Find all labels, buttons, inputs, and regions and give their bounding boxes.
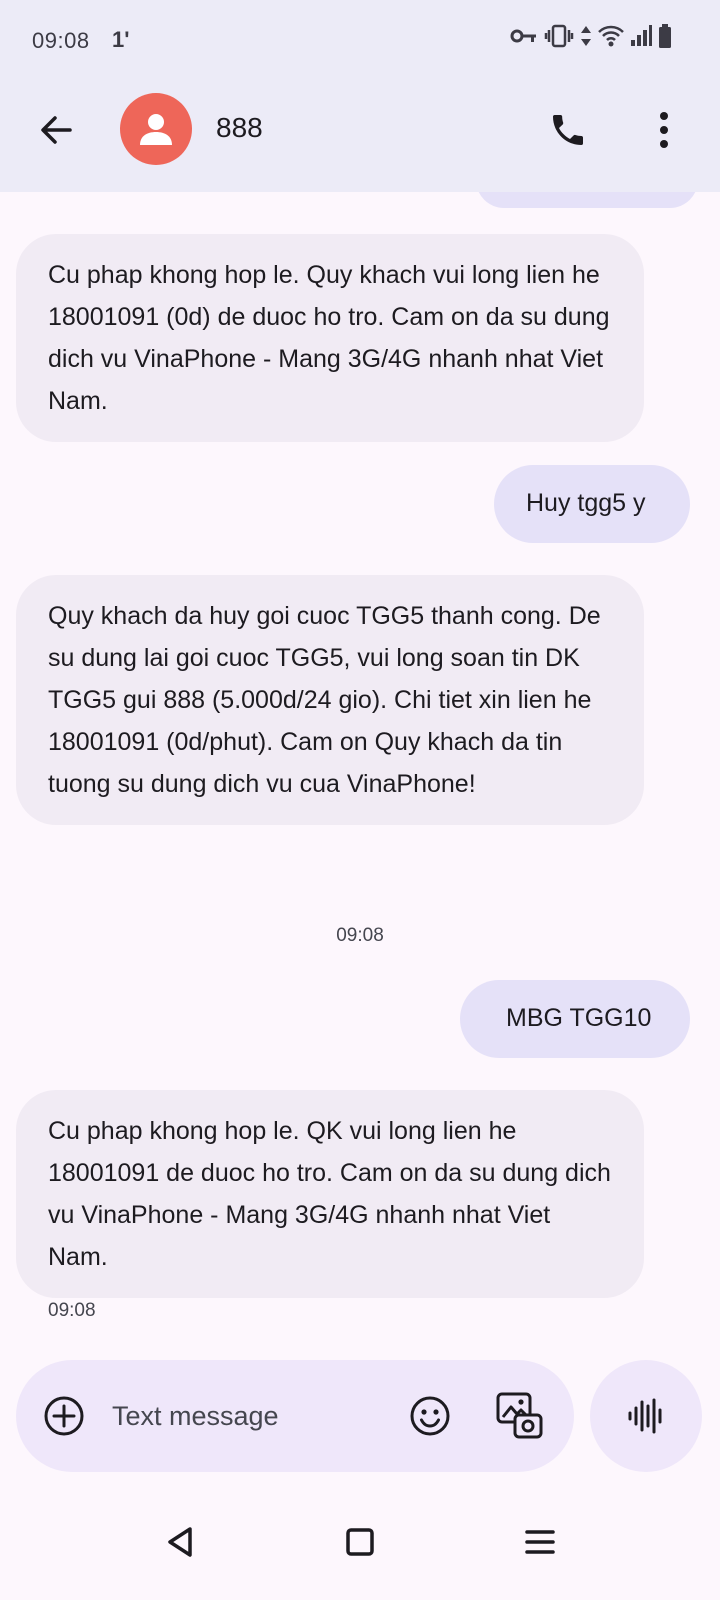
compose-bar <box>16 1360 574 1472</box>
nav-recents-button[interactable] <box>518 1520 562 1564</box>
outgoing-message[interactable]: Huy tgg5 y <box>494 465 690 543</box>
text-message-input[interactable] <box>112 1396 372 1436</box>
contact-name[interactable]: 888 <box>216 112 263 144</box>
notification-count: 1' <box>112 27 130 52</box>
message-text: MBG TGG10 <box>506 1004 652 1032</box>
incoming-message[interactable]: Quy khach da huy goi cuoc TGG5 thanh con… <box>16 575 644 825</box>
back-button[interactable] <box>30 104 82 156</box>
arrow-left-icon <box>41 116 72 144</box>
status-bar: 09:08 1' <box>0 0 720 80</box>
more-options-button[interactable] <box>640 102 688 158</box>
waveform-icon <box>628 1398 662 1434</box>
nav-back-button[interactable] <box>158 1520 202 1564</box>
emoji-icon <box>410 1396 450 1436</box>
nav-home-icon <box>346 1528 374 1556</box>
incoming-message[interactable]: Cu phap khong hop le. QK vui long lien h… <box>16 1090 644 1298</box>
message-text: Quy khach da huy goi cuoc TGG5 thanh con… <box>48 602 601 798</box>
data-arrows-icon <box>581 26 591 46</box>
system-nav-bar <box>0 1488 720 1600</box>
plus-circle-icon <box>44 1396 84 1436</box>
menu-lines-icon <box>525 1530 555 1554</box>
nav-back-icon <box>168 1527 192 1557</box>
message-text: Huy tgg5 y <box>526 489 646 517</box>
message-text: Cu phap khong hop le. QK vui long lien h… <box>48 1117 611 1271</box>
emoji-button[interactable] <box>406 1392 454 1440</box>
phone-icon <box>553 115 583 145</box>
incoming-message[interactable]: Cu phap khong hop le. Quy khach vui long… <box>16 234 644 442</box>
vpn-key-icon <box>510 29 536 43</box>
status-icons <box>510 24 672 48</box>
add-attachment-button[interactable] <box>40 1392 88 1440</box>
nav-home-button[interactable] <box>338 1520 382 1564</box>
message-timestamp: 09:08 <box>48 1300 96 1321</box>
time-separator: 09:08 <box>336 925 384 946</box>
previous-outgoing-bubble[interactable] <box>476 192 698 208</box>
more-vert-icon <box>660 112 668 148</box>
wifi-icon <box>598 25 624 47</box>
voice-message-button[interactable] <box>590 1360 702 1472</box>
gallery-icon <box>496 1392 543 1439</box>
gallery-button[interactable] <box>494 1390 546 1442</box>
signal-icon <box>631 25 652 46</box>
call-button[interactable] <box>540 102 596 158</box>
avatar[interactable] <box>120 93 192 165</box>
message-thread[interactable]: Cu phap khong hop le. Quy khach vui long… <box>0 192 720 1348</box>
status-time: 09:08 <box>32 28 90 53</box>
conversation-header: 888 <box>0 80 720 192</box>
message-text: Cu phap khong hop le. Quy khach vui long… <box>48 261 610 415</box>
person-icon <box>140 114 172 145</box>
battery-icon <box>659 24 671 48</box>
outgoing-message[interactable]: MBG TGG10 <box>460 980 690 1058</box>
vibrate-icon <box>544 24 574 48</box>
